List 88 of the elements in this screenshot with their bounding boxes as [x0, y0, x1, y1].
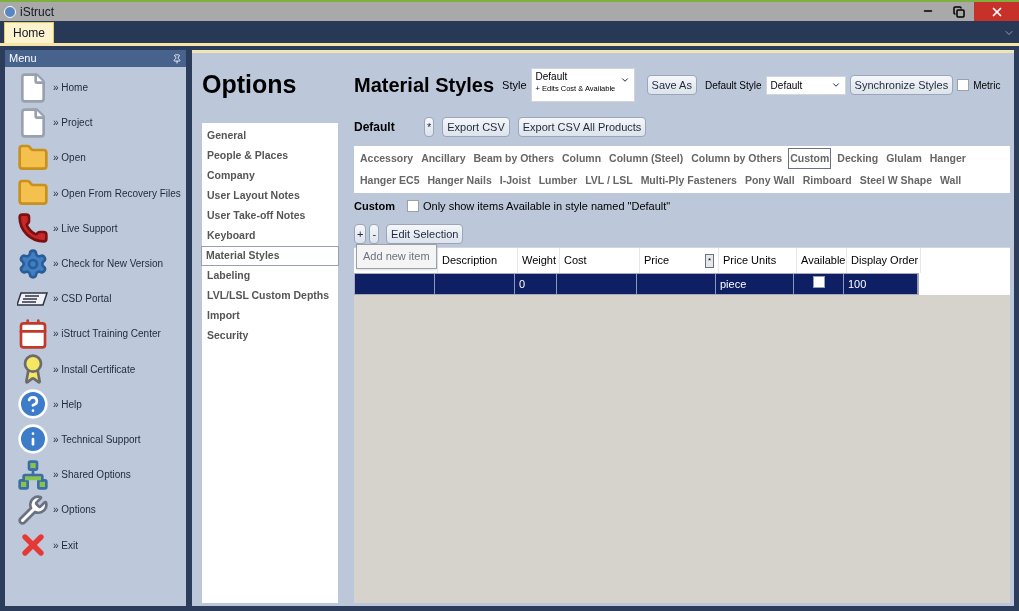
app-icon [4, 5, 16, 18]
metric-label: Metric [973, 78, 1001, 93]
menu-item[interactable]: » CSD Portal [17, 281, 112, 317]
category-tab[interactable]: Hanger Nails [425, 170, 494, 191]
options-heading: Options [202, 69, 298, 100]
close-button[interactable] [974, 2, 1019, 21]
menu-item[interactable]: » Live Support [17, 210, 118, 246]
checkbox[interactable] [812, 275, 825, 288]
settings-category[interactable]: Company [202, 166, 338, 186]
settings-category[interactable]: Import [202, 306, 338, 326]
category-tab[interactable]: Pony Wall [742, 170, 797, 191]
calendar-icon [17, 317, 49, 350]
table-cell: 100 [844, 274, 918, 294]
gear-icon [17, 247, 49, 280]
portal-logo-icon [17, 290, 49, 307]
menu-item[interactable]: » Technical Support [17, 421, 141, 458]
category-tab[interactable]: Steel W Shape [857, 170, 935, 191]
menu-item[interactable]: » Install Certificate [17, 351, 136, 387]
settings-category[interactable]: LVL/LSL Custom Depths [202, 286, 338, 306]
settings-category[interactable]: Keyboard [202, 226, 338, 246]
category-tab[interactable]: Accessory [358, 148, 416, 169]
settings-category[interactable]: People & Places [202, 146, 338, 166]
page-heading: Material Styles [354, 73, 495, 98]
category-tab[interactable]: Beam by Others [471, 148, 556, 169]
menu-item[interactable]: » Project [17, 105, 93, 141]
menu-title: Menu [9, 51, 37, 67]
default-style-dropdown[interactable]: Default [765, 75, 846, 95]
ribbon-tab[interactable]: Home [4, 22, 54, 43]
menu-item[interactable]: » Open From Recovery Files [17, 175, 181, 211]
category-tab[interactable]: Hanger EC5 [358, 170, 422, 191]
save-as-button[interactable]: Save As [646, 75, 697, 95]
table-row[interactable]: 0 piece 100 [354, 273, 1010, 295]
wrench-icon [17, 493, 49, 526]
settings-category[interactable]: User Take-off Notes [202, 206, 338, 226]
category-tab[interactable]: Custom [788, 148, 832, 169]
info-icon [17, 423, 49, 456]
pin-icon[interactable] [172, 53, 182, 64]
default-style-label: Default Style [704, 78, 762, 93]
menu-item[interactable]: » Exit [17, 527, 78, 563]
phone-icon [17, 212, 49, 245]
settings-category[interactable]: General [202, 126, 338, 146]
add-button[interactable]: + [354, 224, 367, 244]
menu-item[interactable]: » Open [17, 140, 86, 176]
column-button[interactable]: * [704, 253, 714, 268]
category-tab[interactable]: Column by Others [689, 148, 785, 169]
settings-category[interactable]: Labeling [202, 266, 338, 286]
category-tab[interactable]: Lumber [536, 170, 580, 191]
category-tab[interactable]: Ancillary [419, 148, 468, 169]
export-csv-button[interactable]: Export CSV [442, 117, 510, 137]
settings-category[interactable]: User Layout Notes [202, 186, 338, 206]
category-tab[interactable]: Rimboard [800, 170, 854, 191]
category-tab[interactable]: I-Joist [497, 170, 533, 191]
menu-item[interactable]: » Options [17, 492, 96, 528]
tooltip: Add new item [356, 244, 437, 269]
settings-category[interactable]: Security [202, 326, 338, 346]
category-tab[interactable]: Wall [938, 170, 964, 191]
menu-item[interactable]: » Check for New Version [17, 245, 164, 282]
category-tab[interactable]: LVL / LSL [583, 170, 635, 191]
category-tab[interactable]: Decking [835, 148, 881, 169]
menu-item[interactable]: » iStruct Training Center [17, 316, 161, 352]
edit-selection-button[interactable]: Edit Selection [386, 224, 464, 244]
style-name: Default [354, 119, 396, 136]
checkbox[interactable] [957, 79, 970, 91]
menu-item[interactable]: » Shared Options [17, 457, 131, 493]
table-cell: 0 [515, 274, 557, 294]
style-label: Style [502, 77, 527, 93]
table-cell: piece [716, 274, 794, 294]
restore-icon [952, 5, 965, 18]
dropdown-caret-icon [830, 80, 841, 90]
settings-category[interactable]: Material Styles [201, 246, 339, 266]
export-all-button[interactable]: Export CSV All Products [517, 117, 647, 137]
network-icon [17, 458, 49, 491]
category-tab[interactable]: Column (Steel) [607, 148, 686, 169]
category-tab[interactable]: Multi-Ply Fasteners [638, 170, 739, 191]
remove-button[interactable]: - [369, 224, 380, 244]
category-tab[interactable]: Column [560, 148, 604, 169]
star-button[interactable]: * [424, 117, 435, 137]
category-tab[interactable]: Hanger [927, 148, 968, 169]
checkbox[interactable] [406, 200, 419, 212]
menu-item[interactable]: » Help [17, 386, 82, 422]
category-tab[interactable]: Glulam [884, 148, 924, 169]
window-title: iStruct [20, 3, 54, 21]
section-label: Custom [354, 198, 395, 214]
synchronize-styles-button[interactable]: Synchronize Styles [849, 75, 954, 95]
dropdown-caret-icon [619, 75, 630, 85]
help-icon [17, 388, 49, 421]
menu-item[interactable]: » Home [17, 70, 88, 106]
filter-label: Only show items Available in style named "Default" [422, 198, 671, 214]
